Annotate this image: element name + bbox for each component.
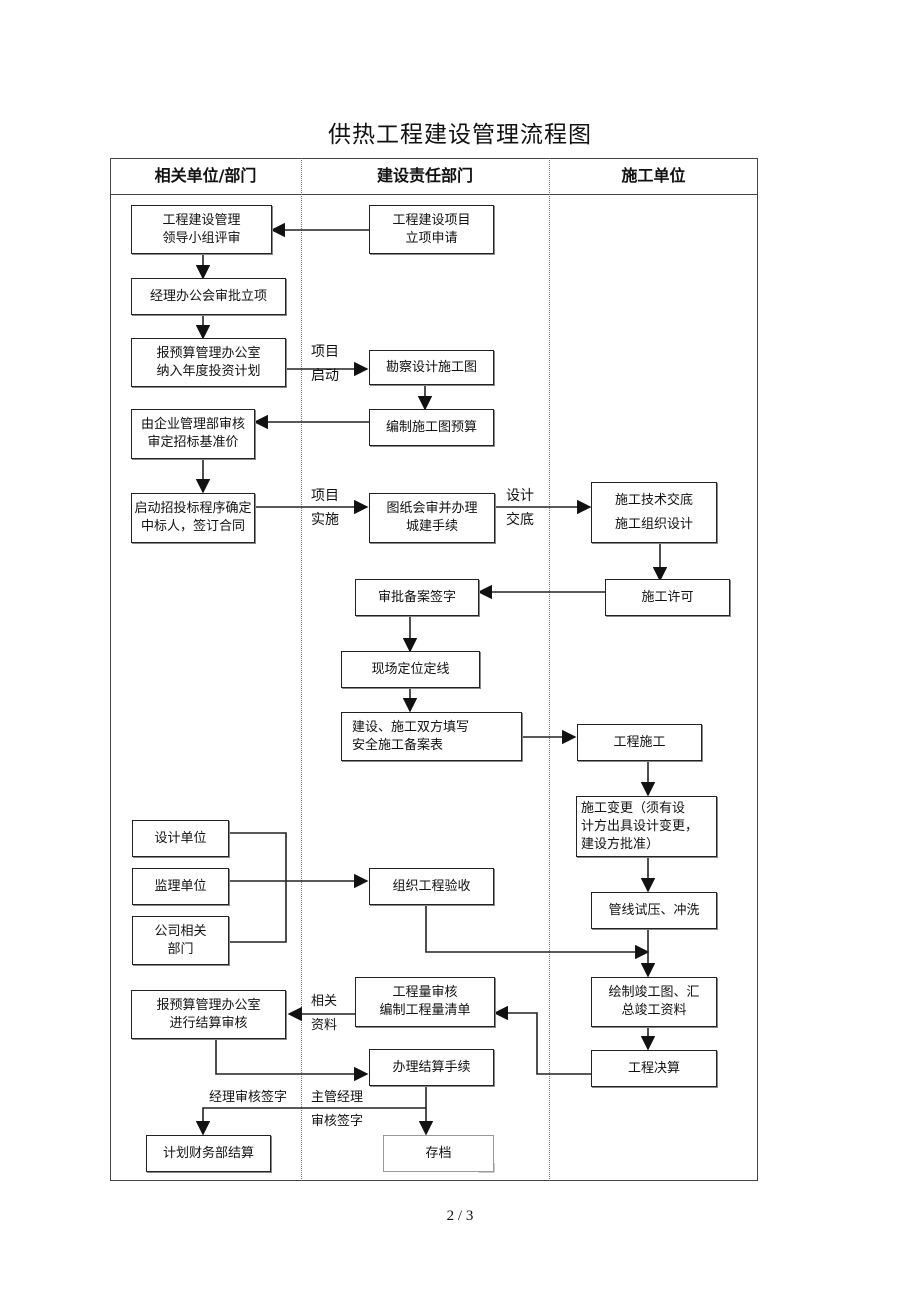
- node-construction: 工程施工: [577, 724, 702, 761]
- node-acceptance: 组织工程验收: [369, 868, 494, 905]
- node-company-depts: 公司相关 部门: [132, 916, 229, 965]
- node-quantity-review: 工程量审核 编制工程量清单: [355, 977, 495, 1027]
- node-settlement-proc: 办理结算手续: [369, 1049, 494, 1086]
- lane-header-contractor: 施工单位: [621, 166, 686, 185]
- node-drawing-review: 图纸会审并办理 城建手续: [369, 493, 495, 543]
- header-divider: [110, 194, 758, 195]
- edge-label-project-start: 项目 启动: [311, 344, 339, 384]
- node-budget-plan: 报预算管理办公室 纳入年度投资计划: [131, 338, 286, 387]
- node-safety-form: 建设、施工双方填写 安全施工备案表: [341, 712, 522, 761]
- node-change: 施工变更（须有设 计方出具设计变更， 建设方批准）: [576, 796, 717, 857]
- edge-label-design-brief: 设计 交底: [506, 488, 534, 528]
- node-site-layout: 现场定位定线: [341, 651, 480, 688]
- node-leader-review: 工程建设管理 领导小组评审: [131, 205, 272, 254]
- node-pressure-test: 管线试压、冲洗: [591, 892, 717, 929]
- edge-label-related-docs: 相关 资料: [311, 994, 338, 1033]
- lane-divider: [549, 158, 550, 1181]
- node-manager-approve: 经理办公会审批立项: [131, 278, 286, 315]
- node-asbuilt: 绘制竣工图、汇 总竣工资料: [591, 977, 717, 1027]
- node-project-apply: 工程建设项目 立项申请: [369, 205, 494, 254]
- page-number: 2 / 3: [446, 1208, 474, 1224]
- lane-divider: [301, 158, 302, 1181]
- node-bidding: 启动招投标程序确定 中标人，签订合同: [131, 493, 255, 543]
- node-approve-sign: 审批备案签字: [355, 579, 479, 616]
- node-mgmt-review: 由企业管理部审核 审定招标基准价: [131, 409, 255, 459]
- node-final-accounts: 工程决算: [591, 1050, 717, 1087]
- node-finance-settle: 计划财务部结算: [146, 1135, 271, 1172]
- node-survey-design: 勘察设计施工图: [369, 350, 494, 385]
- node-settlement-review: 报预算管理办公室 进行结算审核: [131, 990, 286, 1039]
- node-design-unit: 设计单位: [132, 820, 229, 857]
- node-archive: 存档: [383, 1135, 494, 1172]
- edge-label-project-impl: 项目 实施: [311, 488, 339, 528]
- edge-label-director-sign: 主管经理 审核签字: [311, 1090, 364, 1129]
- node-permit: 施工许可: [605, 579, 730, 616]
- lane-header-related-units: 相关单位/部门: [154, 166, 257, 185]
- edge-label-manager-sign: 经理审核签字: [209, 1090, 288, 1105]
- lane-header-construction-dept: 建设责任部门: [376, 166, 473, 185]
- node-supervision-unit: 监理单位: [132, 868, 229, 905]
- node-tech-brief: 施工技术交底 施工组织设计: [591, 482, 717, 543]
- page-title: 供热工程建设管理流程图: [328, 122, 592, 148]
- node-drawing-budget: 编制施工图预算: [369, 409, 494, 446]
